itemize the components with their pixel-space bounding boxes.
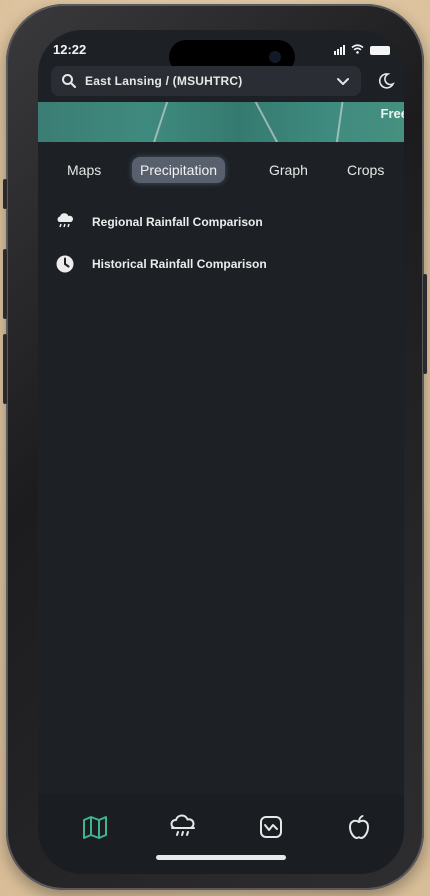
wifi-icon (351, 44, 364, 56)
menu-item-historical-rainfall[interactable]: Historical Rainfall Comparison (54, 249, 267, 279)
screen: 12:22 East Lansing / (MSUHTRC) Fre Maps … (38, 30, 404, 874)
search-icon (62, 74, 77, 89)
volume-up-button (3, 249, 7, 319)
tab-precipitation[interactable]: Precipitation (132, 157, 226, 183)
tab-crops[interactable]: Crops (339, 157, 392, 183)
bottom-tab-bar (38, 794, 404, 874)
menu-item-label: Historical Rainfall Comparison (92, 257, 267, 271)
status-time: 12:22 (53, 42, 87, 57)
home-indicator (156, 855, 286, 860)
phone-frame: 12:22 East Lansing / (MSUHTRC) Fre Maps … (3, 4, 427, 890)
mute-switch (3, 179, 7, 209)
menu-item-regional-rainfall[interactable]: Regional Rainfall Comparison (54, 207, 263, 237)
graph-icon[interactable] (256, 812, 286, 842)
history-clock-icon (56, 255, 74, 273)
map-preview[interactable]: Free (38, 102, 404, 142)
section-tabs: Maps Precipitation Graph Crops (38, 150, 404, 184)
apple-icon[interactable] (344, 812, 374, 842)
chevron-down-icon[interactable] (335, 73, 351, 89)
rain-cloud-icon (57, 213, 73, 228)
tab-maps[interactable]: Maps (59, 157, 109, 183)
volume-down-button (3, 334, 7, 404)
location-search-bar[interactable]: East Lansing / (MSUHTRC) (51, 66, 361, 96)
rain-cloud-icon[interactable] (168, 812, 198, 842)
menu-item-label: Regional Rainfall Comparison (92, 215, 263, 229)
map-place-label: Free (380, 106, 404, 121)
power-button (423, 274, 427, 374)
map-icon[interactable] (80, 812, 110, 842)
tab-graph[interactable]: Graph (261, 157, 316, 183)
dark-mode-moon-icon[interactable] (376, 71, 396, 91)
battery-icon (370, 45, 390, 55)
location-text: East Lansing / (MSUHTRC) (85, 74, 243, 88)
signal-icon (334, 45, 345, 55)
status-icons (334, 44, 390, 56)
